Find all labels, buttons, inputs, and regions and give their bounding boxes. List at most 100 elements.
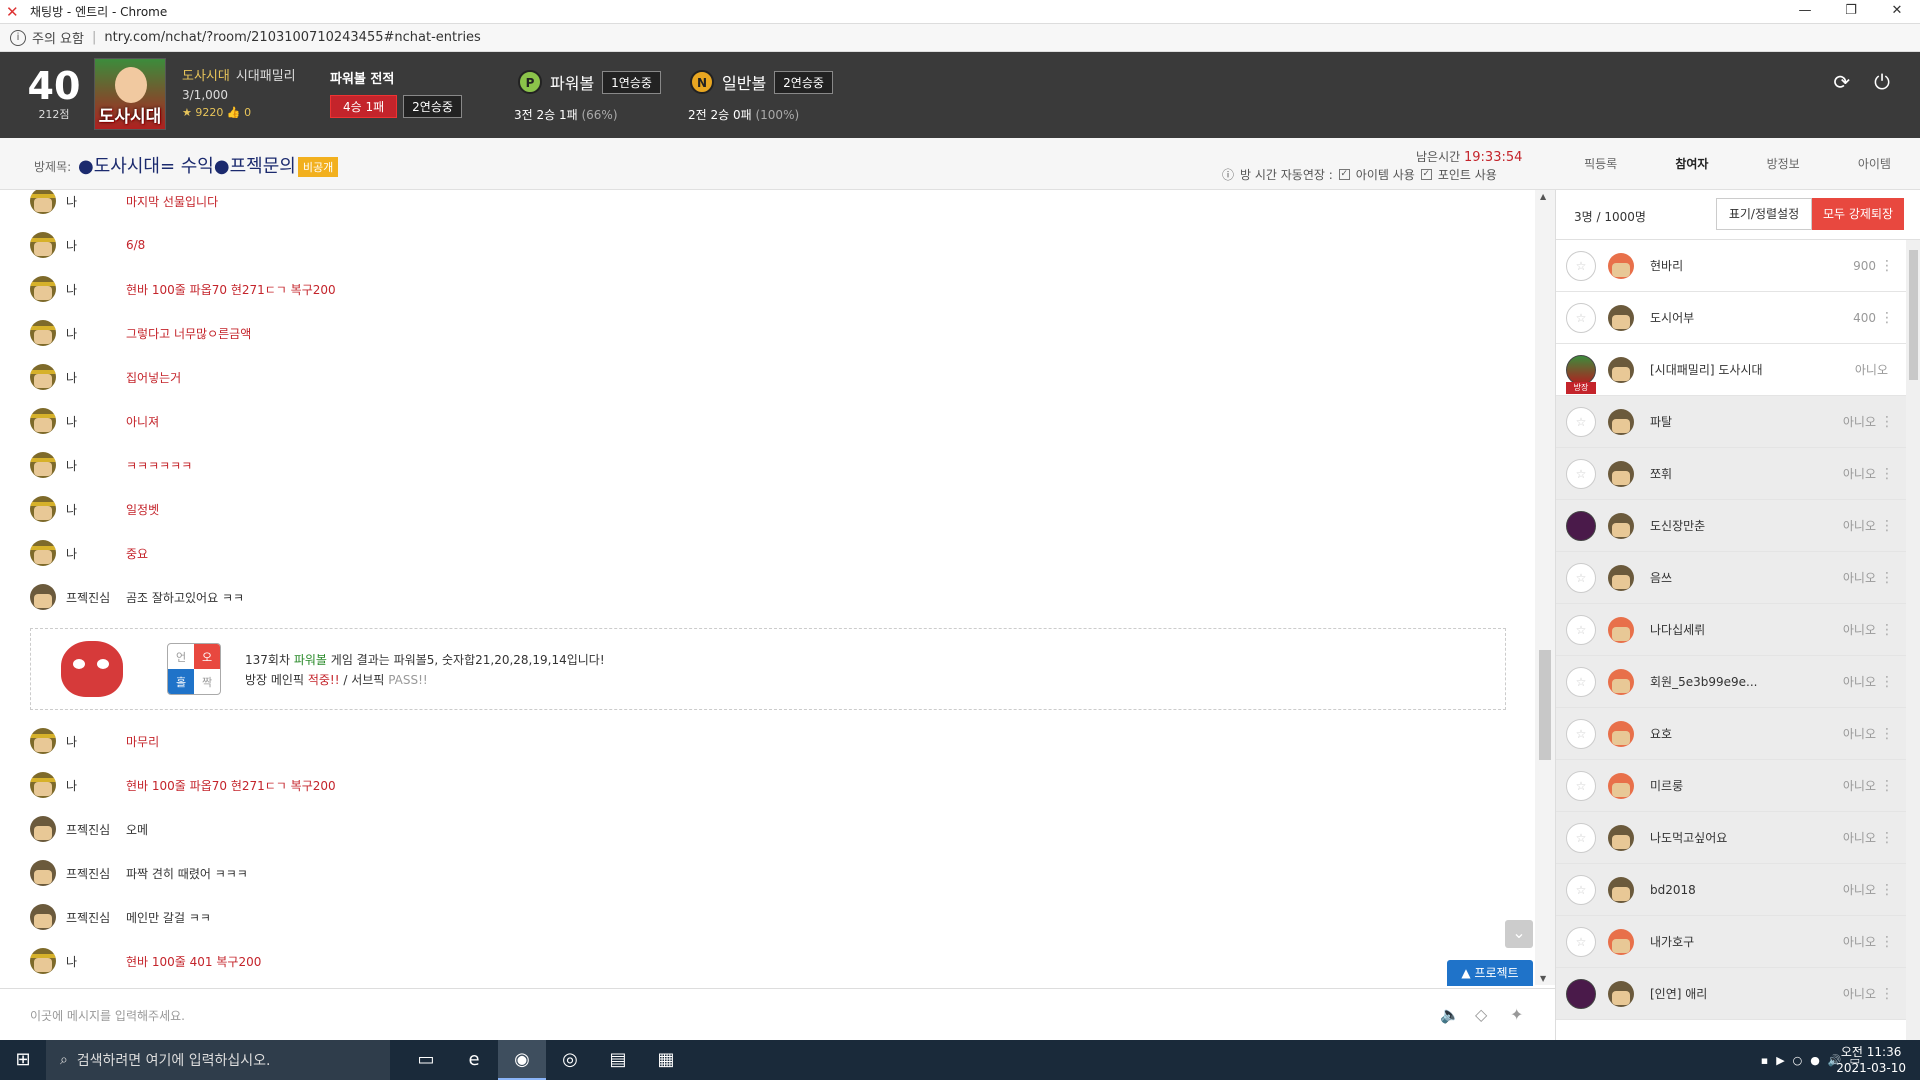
info-icon[interactable]: i	[10, 29, 26, 46]
avatar-icon[interactable]	[30, 904, 56, 930]
point-use-checkbox[interactable]: ✓	[1420, 169, 1432, 180]
avatar-icon[interactable]	[30, 728, 56, 754]
message-author[interactable]: 나	[66, 501, 126, 518]
participant-row[interactable]: ☆ 도시어부 400 ⋮	[1556, 292, 1906, 344]
speaker-icon[interactable]: 🔈	[1440, 1005, 1460, 1024]
avatar-icon[interactable]	[30, 772, 56, 798]
message-author[interactable]: 프젝진심	[66, 821, 126, 838]
more-icon[interactable]: ⋮	[1880, 726, 1894, 742]
avatar-icon[interactable]	[30, 276, 56, 302]
message-author[interactable]: 나	[66, 369, 126, 386]
refresh-icon[interactable]: ⟳	[1833, 70, 1850, 94]
participant-name[interactable]: bd2018	[1650, 883, 1696, 897]
participant-row[interactable]: ☆ 나도먹고싶어요 아니오 ⋮	[1556, 812, 1906, 864]
participant-name[interactable]: 파탈	[1650, 413, 1672, 430]
project-button[interactable]: ▲ 프로젝트	[1447, 960, 1533, 986]
more-icon[interactable]: ⋮	[1880, 466, 1894, 482]
participant-row[interactable]: [인연] 애리 아니오 ⋮	[1556, 968, 1906, 1020]
participant-row[interactable]: ☆ 현바리 900 ⋮	[1556, 240, 1906, 292]
chrome-icon[interactable]: ◉	[498, 1040, 546, 1080]
more-icon[interactable]: ⋮	[1880, 986, 1894, 1002]
windows-start-icon[interactable]: ⊞	[0, 1040, 46, 1080]
tray-icon[interactable]: ▶	[1776, 1054, 1784, 1067]
participant-row[interactable]: ☆ 회원_5e3b99e9e... 아니오 ⋮	[1556, 656, 1906, 708]
avatar-icon[interactable]	[30, 584, 56, 610]
restore-button[interactable]: ❐	[1828, 0, 1874, 24]
more-icon[interactable]: ⋮	[1880, 310, 1894, 326]
message-author[interactable]: 나	[66, 237, 126, 254]
message-author[interactable]: 나	[66, 325, 126, 342]
participant-row[interactable]: ☆ 미르룽 아니오 ⋮	[1556, 760, 1906, 812]
scroll-down-icon[interactable]: ▼	[1540, 974, 1546, 983]
message-author[interactable]: 나	[66, 777, 126, 794]
url-text[interactable]: ntry.com/nchat/?room/2103100710243455#nc…	[104, 30, 480, 45]
power-icon[interactable]: ⏻	[1874, 70, 1890, 94]
tray-icon[interactable]: ▪	[1761, 1054, 1768, 1067]
avatar-icon[interactable]	[30, 408, 56, 434]
message-author[interactable]: 나	[66, 413, 126, 430]
more-icon[interactable]: ⋮	[1880, 830, 1894, 846]
participant-row[interactable]: ☆ 나다십세뤼 아니오 ⋮	[1556, 604, 1906, 656]
scroll-up-icon[interactable]: ▲	[1540, 192, 1546, 201]
avatar-icon[interactable]	[30, 540, 56, 566]
message-input[interactable]: 이곳에 메시지를 입력해주세요.	[30, 1007, 185, 1024]
close-button[interactable]: ✕	[1874, 0, 1920, 24]
participant-name[interactable]: [시대패밀리] 도사시대	[1650, 361, 1763, 378]
item-use-checkbox[interactable]: ✓	[1338, 169, 1350, 180]
taskbar-clock[interactable]: 오전 11:36 2021-03-10	[1836, 1044, 1906, 1076]
avatar-icon[interactable]	[30, 948, 56, 974]
app-icon[interactable]: ◎	[546, 1040, 594, 1080]
participant-row[interactable]: ☆ bd2018 아니오 ⋮	[1556, 864, 1906, 916]
message-author[interactable]: 나	[66, 733, 126, 750]
avatar-icon[interactable]	[30, 232, 56, 258]
security-warning[interactable]: 주의 요함	[32, 28, 84, 47]
participant-name[interactable]: 쪼휘	[1650, 465, 1672, 482]
avatar-icon[interactable]	[30, 452, 56, 478]
avatar-icon[interactable]	[30, 816, 56, 842]
address-bar[interactable]: i 주의 요함 | ntry.com/nchat/?room/210310071…	[0, 24, 1920, 52]
display-settings-button[interactable]: 표기/정렬설정	[1716, 198, 1812, 230]
participant-name[interactable]: 음쓰	[1650, 569, 1672, 586]
participant-row[interactable]: 방장 [시대패밀리] 도사시대 아니오	[1556, 344, 1906, 396]
participant-name[interactable]: 내가호구	[1650, 933, 1694, 950]
kick-all-button[interactable]: 모두 강제퇴장	[1812, 198, 1904, 230]
participant-row[interactable]: ☆ 파탈 아니오 ⋮	[1556, 396, 1906, 448]
minimize-button[interactable]: —	[1782, 0, 1828, 24]
profile-avatar[interactable]: 도사시대	[94, 58, 166, 130]
notes-icon[interactable]: ▤	[594, 1040, 642, 1080]
message-author[interactable]: 프젝진심	[66, 909, 126, 926]
internet-explorer-icon[interactable]: e	[450, 1040, 498, 1080]
scroll-thumb[interactable]	[1909, 250, 1918, 380]
tab-participants[interactable]: 참여자	[1646, 155, 1737, 172]
more-icon[interactable]: ⋮	[1880, 518, 1894, 534]
more-icon[interactable]: ⋮	[1880, 674, 1894, 690]
participant-row[interactable]: ☆ 음쓰 아니오 ⋮	[1556, 552, 1906, 604]
panel-scrollbar[interactable]	[1906, 240, 1920, 1040]
user-name[interactable]: 도사시대	[182, 69, 230, 84]
message-author[interactable]: 프젝진심	[66, 865, 126, 882]
magic-wand-icon[interactable]: ✦	[1510, 1005, 1523, 1024]
message-author[interactable]: 나	[66, 953, 126, 970]
more-icon[interactable]: ⋮	[1880, 934, 1894, 950]
eraser-icon[interactable]: ◇	[1475, 1005, 1487, 1024]
more-icon[interactable]: ⋮	[1880, 778, 1894, 794]
tray-icon[interactable]: ●	[1810, 1054, 1820, 1067]
participant-name[interactable]: 도신장만춘	[1650, 517, 1705, 534]
tab-room-info[interactable]: 방정보	[1738, 155, 1829, 172]
avatar-icon[interactable]	[30, 364, 56, 390]
scroll-thumb[interactable]	[1539, 650, 1551, 760]
more-icon[interactable]: ⋮	[1880, 414, 1894, 430]
taskbar-search[interactable]: ⌕ 검색하려면 여기에 입력하십시오.	[46, 1040, 390, 1080]
tab-items[interactable]: 아이템	[1829, 155, 1920, 172]
avatar-icon[interactable]	[30, 320, 56, 346]
participant-row[interactable]: ☆ 쪼휘 아니오 ⋮	[1556, 448, 1906, 500]
tab-pick-register[interactable]: 픽등록	[1555, 155, 1646, 172]
calculator-icon[interactable]: ▦	[642, 1040, 690, 1080]
avatar-icon[interactable]	[30, 860, 56, 886]
participant-name[interactable]: 도시어부	[1650, 309, 1694, 326]
participant-row[interactable]: ☆ 내가호구 아니오 ⋮	[1556, 916, 1906, 968]
more-icon[interactable]: ⋮	[1880, 882, 1894, 898]
avatar-icon[interactable]	[30, 190, 56, 214]
participant-name[interactable]: [인연] 애리	[1650, 985, 1707, 1002]
participant-name[interactable]: 나다십세뤼	[1650, 621, 1705, 638]
